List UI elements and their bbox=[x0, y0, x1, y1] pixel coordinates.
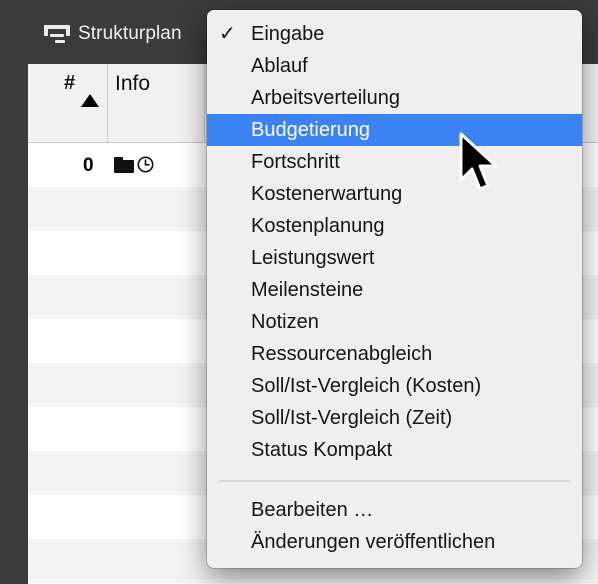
view-selector-label: Strukturplan bbox=[78, 23, 182, 44]
menu-item-fortschritt[interactable]: Fortschritt bbox=[207, 146, 582, 178]
view-selector-button[interactable]: Strukturplan bbox=[40, 22, 182, 46]
menu-separator bbox=[219, 480, 570, 482]
column-divider[interactable] bbox=[204, 64, 205, 142]
row-number: 0 bbox=[83, 155, 94, 176]
menu-item-eingabe[interactable]: ✓ Eingabe bbox=[207, 18, 582, 50]
menu-item-label: Soll/Ist-Vergleich (Kosten) bbox=[251, 375, 482, 397]
menu-item-meilensteine[interactable]: Meilensteine bbox=[207, 274, 582, 306]
clock-icon bbox=[137, 156, 154, 173]
menu-item-label: Änderungen veröffentlichen bbox=[251, 531, 496, 553]
menu-item-budgetierung[interactable]: Budgetierung bbox=[207, 114, 582, 146]
menu-item-ablauf[interactable]: Ablauf bbox=[207, 50, 582, 82]
checkmark-icon: ✓ bbox=[219, 23, 236, 45]
menu-item-soll-ist-kosten[interactable]: Soll/Ist-Vergleich (Kosten) bbox=[207, 370, 582, 402]
menu-item-label: Ablauf bbox=[251, 55, 308, 77]
menu-item-label: Kostenplanung bbox=[251, 215, 385, 237]
menu-item-label: Arbeitsverteilung bbox=[251, 87, 400, 109]
menu-item-ressourcenabgleich[interactable]: Ressourcenabgleich bbox=[207, 338, 582, 370]
menu-item-label: Notizen bbox=[251, 311, 319, 333]
menu-item-label: Fortschritt bbox=[251, 151, 340, 173]
column-divider[interactable] bbox=[107, 64, 108, 142]
folder-icon bbox=[114, 156, 134, 173]
menu-item-aenderungen-veroeffentlichen[interactable]: Änderungen veröffentlichen bbox=[207, 526, 582, 558]
column-header-info[interactable]: Info bbox=[115, 72, 150, 96]
menu-item-label: Status Kompakt bbox=[251, 439, 393, 461]
wbs-icon bbox=[40, 22, 74, 46]
row-info-icons bbox=[114, 156, 154, 173]
menu-item-label: Eingabe bbox=[251, 23, 325, 45]
menu-item-bearbeiten[interactable]: Bearbeiten … bbox=[207, 494, 582, 526]
menu-item-label: Budgetierung bbox=[251, 119, 370, 141]
menu-item-leistungswert[interactable]: Leistungswert bbox=[207, 242, 582, 274]
menu-item-status-kompakt[interactable]: Status Kompakt bbox=[207, 434, 582, 466]
menu-item-label: Kostenerwartung bbox=[251, 183, 403, 205]
menu-item-label: Ressourcenabgleich bbox=[251, 343, 433, 365]
menu-item-label: Leistungswert bbox=[251, 247, 375, 269]
menu-item-kostenerwartung[interactable]: Kostenerwartung bbox=[207, 178, 582, 210]
mouse-pointer-icon bbox=[459, 132, 498, 191]
menu-item-notizen[interactable]: Notizen bbox=[207, 306, 582, 338]
menu-item-label: Soll/Ist-Vergleich (Zeit) bbox=[251, 407, 453, 429]
menu-item-soll-ist-zeit[interactable]: Soll/Ist-Vergleich (Zeit) bbox=[207, 402, 582, 434]
menu-item-label: Bearbeiten … bbox=[251, 499, 374, 521]
view-dropdown-menu: ✓ Eingabe Ablauf Arbeitsverteilung Budge… bbox=[207, 10, 582, 568]
sort-ascending-icon bbox=[81, 94, 99, 107]
menu-item-arbeitsverteilung[interactable]: Arbeitsverteilung bbox=[207, 82, 582, 114]
menu-item-label: Meilensteine bbox=[251, 279, 364, 301]
column-header-number[interactable]: # bbox=[64, 72, 75, 95]
menu-item-kostenplanung[interactable]: Kostenplanung bbox=[207, 210, 582, 242]
